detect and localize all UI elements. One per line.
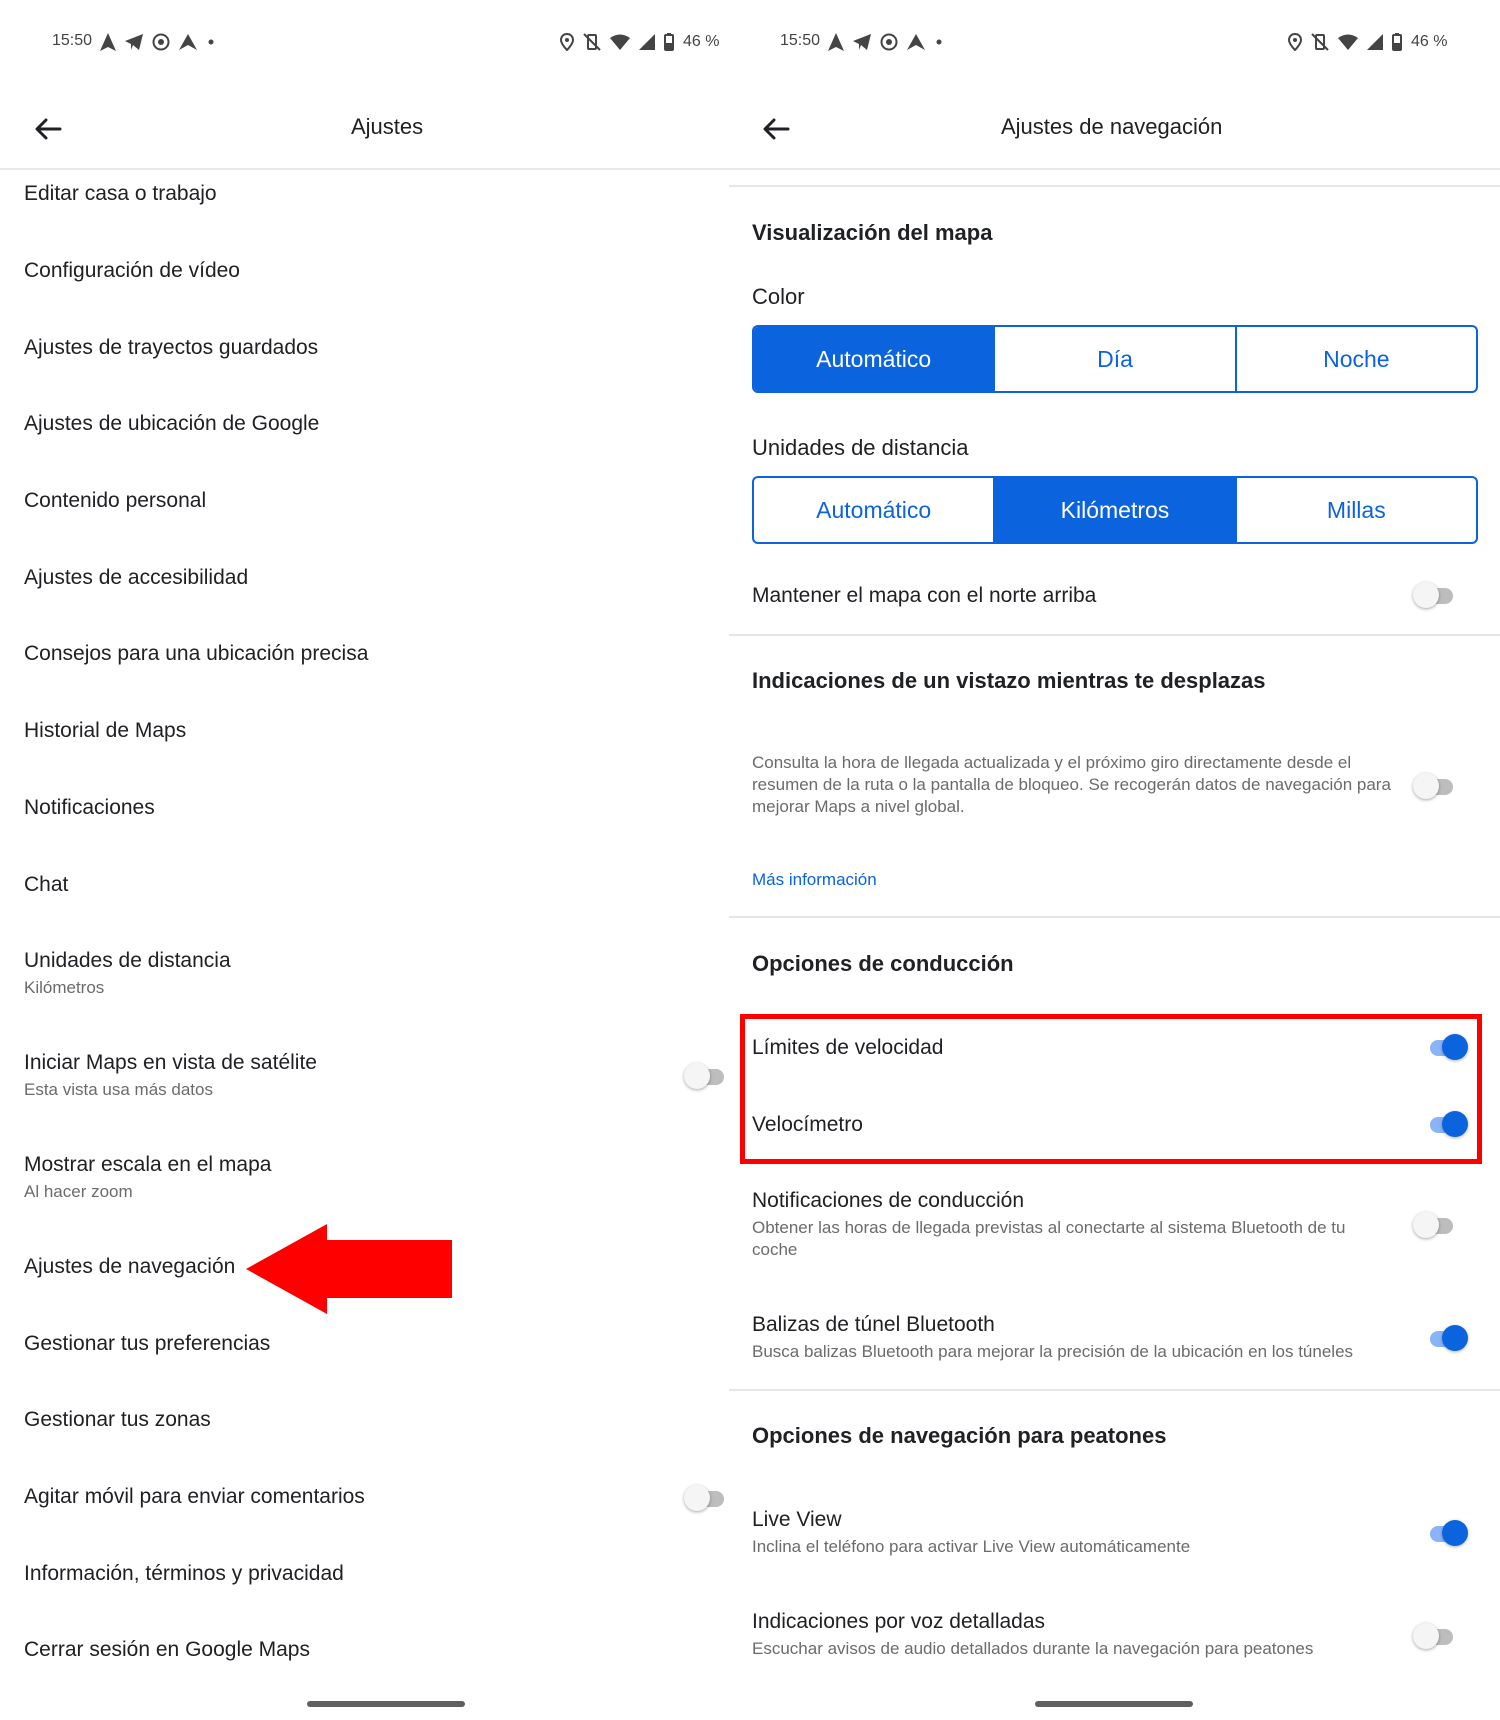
settings-item-chat[interactable]: Chat (24, 873, 68, 897)
voice-guidance-label: Indicaciones por voz detalladas (752, 1610, 1046, 1633)
units-option-millas[interactable]: Millas (1237, 478, 1476, 542)
tunnel-beacons-sub: Busca balizas Bluetooth para mejorar la … (752, 1342, 1354, 1361)
back-arrow-icon[interactable] (32, 113, 64, 145)
voice-guidance-toggle[interactable] (1413, 1623, 1455, 1649)
wifi-icon (1338, 34, 1358, 50)
units-option-kilometros[interactable]: Kilómetros (995, 478, 1237, 542)
vibrate-off-icon (583, 33, 601, 51)
settings-item-contenido-personal[interactable]: Contenido personal (24, 489, 206, 513)
more-info-link[interactable]: Más información (752, 870, 877, 890)
units-option-automatico[interactable]: Automático (754, 478, 996, 542)
status-notification-icons (828, 33, 944, 51)
section-divider (729, 1389, 1500, 1391)
settings-item-video[interactable]: Configuración de vídeo (24, 259, 240, 283)
settings-item-satelite[interactable]: Iniciar Maps en vista de satélite (24, 1051, 317, 1075)
location-icon (1288, 33, 1302, 51)
settings-item-ubicacion-google[interactable]: Ajustes de ubicación de Google (24, 412, 319, 436)
vibrate-off-icon (1311, 33, 1329, 51)
driving-heading: Opciones de conducción (752, 951, 1014, 976)
north-up-label: Mantener el mapa con el norte arriba (752, 584, 1097, 607)
navigation-arrow-icon (828, 33, 844, 51)
status-notification-icons (100, 33, 216, 51)
map-display-heading: Visualización del mapa (752, 220, 993, 245)
appbar-divider (729, 168, 1500, 170)
glance-heading: Indicaciones de un vistazo mientras te d… (752, 668, 1266, 693)
glance-toggle[interactable] (1413, 773, 1455, 799)
units-label: Unidades de distancia (752, 435, 969, 460)
color-option-automatico[interactable]: Automático (754, 327, 996, 391)
android-auto-icon (907, 34, 925, 50)
settings-item-zonas[interactable]: Gestionar tus zonas (24, 1408, 211, 1432)
settings-item-unidades-value: Kilómetros (24, 978, 105, 997)
home-indicator (1035, 1701, 1193, 1707)
live-view-sub: Inclina el teléfono para activar Live Vi… (752, 1537, 1191, 1556)
settings-item-trayectos[interactable]: Ajustes de trayectos guardados (24, 336, 318, 360)
section-divider (729, 634, 1500, 636)
android-auto-icon (179, 34, 197, 50)
status-system-icons: 46 % (560, 33, 719, 51)
color-segmented-control: Automático Día Noche (752, 325, 1478, 393)
page-title: Ajustes (351, 114, 424, 139)
settings-item-unidades[interactable]: Unidades de distancia (24, 949, 231, 973)
back-arrow-icon[interactable] (760, 113, 792, 145)
tunnel-beacons-toggle[interactable] (1426, 1325, 1468, 1351)
driving-notifications-toggle[interactable] (1413, 1212, 1455, 1238)
color-option-dia[interactable]: Día (995, 327, 1237, 391)
signal-icon (639, 34, 655, 50)
highlight-box (740, 1014, 1482, 1164)
live-view-toggle[interactable] (1426, 1520, 1468, 1546)
settings-item-historial[interactable]: Historial de Maps (24, 719, 186, 743)
settings-item-preferencias[interactable]: Gestionar tus preferencias (24, 1332, 270, 1356)
glance-description: Consulta la hora de llegada actualizada … (752, 753, 1391, 816)
settings-item-accesibilidad[interactable]: Ajustes de accesibilidad (24, 566, 248, 590)
section-divider (729, 185, 1500, 187)
settings-item-editar-casa[interactable]: Editar casa o trabajo (24, 182, 217, 206)
status-time: 15:50 (52, 32, 93, 49)
telegram-icon (853, 34, 871, 50)
battery-icon (1392, 33, 1402, 51)
settings-item-agitar[interactable]: Agitar móvil para enviar comentarios (24, 1485, 365, 1509)
settings-item-cerrar-sesion[interactable]: Cerrar sesión en Google Maps (24, 1638, 310, 1662)
settings-item-escala-sub: Al hacer zoom (24, 1182, 133, 1201)
navigation-arrow-icon (100, 33, 116, 51)
settings-item-informacion[interactable]: Información, términos y privacidad (24, 1562, 344, 1586)
driving-notifications-sub: Obtener las horas de llegada previstas a… (752, 1218, 1346, 1259)
agitar-toggle[interactable] (684, 1485, 726, 1511)
battery-icon (664, 33, 674, 51)
live-view-label: Live View (752, 1508, 842, 1531)
north-up-toggle[interactable] (1413, 582, 1455, 608)
units-segmented-control: Automático Kilómetros Millas (752, 476, 1478, 544)
color-label: Color (752, 284, 805, 309)
signal-icon (1367, 34, 1383, 50)
settings-item-navegacion[interactable]: Ajustes de navegación (24, 1255, 235, 1279)
driving-notifications-label: Notificaciones de conducción (752, 1189, 1024, 1212)
whatsapp-icon (152, 33, 170, 51)
settings-item-consejos[interactable]: Consejos para una ubicación precisa (24, 642, 368, 666)
settings-item-satelite-sub: Esta vista usa más datos (24, 1080, 213, 1099)
appbar-divider (0, 168, 729, 170)
dot-icon (208, 39, 214, 45)
dot-icon (936, 39, 942, 45)
section-divider (729, 916, 1500, 918)
settings-item-notificaciones[interactable]: Notificaciones (24, 796, 155, 820)
battery-level: 46 % (683, 33, 720, 50)
status-system-icons: 46 % (1288, 33, 1447, 51)
voice-guidance-sub: Escuchar avisos de audio detallados dura… (752, 1639, 1314, 1658)
whatsapp-icon (880, 33, 898, 51)
settings-item-escala[interactable]: Mostrar escala en el mapa (24, 1153, 271, 1177)
color-option-noche[interactable]: Noche (1237, 327, 1476, 391)
satelite-toggle[interactable] (684, 1063, 726, 1089)
page-title: Ajustes de navegación (1001, 114, 1223, 139)
wifi-icon (610, 34, 630, 50)
location-icon (560, 33, 574, 51)
telegram-icon (125, 34, 143, 50)
tunnel-beacons-label: Balizas de túnel Bluetooth (752, 1313, 995, 1336)
walking-heading: Opciones de navegación para peatones (752, 1423, 1167, 1448)
battery-level: 46 % (1411, 33, 1448, 50)
red-arrow-annotation-icon (246, 1224, 452, 1314)
home-indicator (307, 1701, 465, 1707)
status-time: 15:50 (780, 32, 821, 49)
